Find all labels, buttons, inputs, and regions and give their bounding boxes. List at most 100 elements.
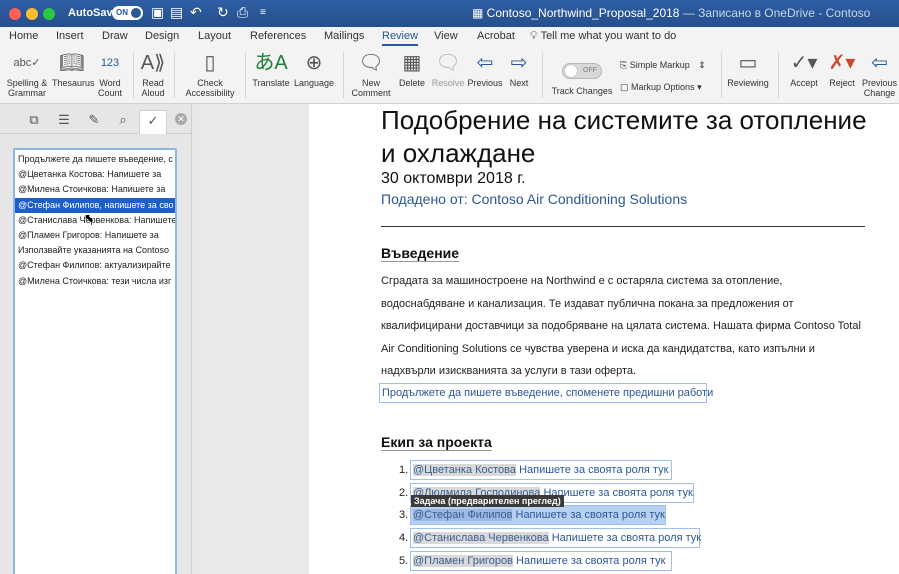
- ribbon: abc✓ Spelling & Grammar 📖︎ Thesaurus 123…: [0, 46, 899, 104]
- checkmark-icon[interactable]: ✓: [139, 110, 167, 134]
- word-count-button[interactable]: 123 Word Count: [95, 50, 125, 98]
- list-item[interactable]: Продължете да пишете въведение, с: [15, 152, 175, 167]
- reviewing-pane-button[interactable]: ▭ Reviewing: [727, 50, 769, 88]
- document-canvas: Подобрение на системите за отопление и о…: [193, 104, 899, 574]
- tab-view[interactable]: View: [434, 30, 458, 42]
- mention[interactable]: @Пламен Григоров: [413, 555, 513, 567]
- simple-markup-label: Simple Markup: [629, 60, 690, 70]
- layout-icon[interactable]: ▣: [151, 4, 164, 21]
- mention[interactable]: @Цветанка Костова: [413, 464, 517, 476]
- track-changes-toggle[interactable]: OFF: [562, 63, 602, 79]
- team-item-content-control[interactable]: @Станислава Червенкова Напишете за своят…: [410, 528, 702, 548]
- ribbon-separator: [343, 52, 344, 98]
- customize-toolbar-icon[interactable]: ≡: [260, 7, 266, 18]
- reject-button[interactable]: ✗▾ Reject: [826, 50, 858, 88]
- resolve-button[interactable]: 🗨︎ Resolve: [431, 50, 465, 88]
- word-count-label: Word Count: [97, 78, 123, 98]
- accept-button[interactable]: ✓▾ Accept: [786, 50, 822, 88]
- close-window-button[interactable]: [9, 8, 21, 20]
- list-item[interactable]: Използвайте указанията на Contoso: [15, 243, 175, 258]
- search-icon[interactable]: ⌕: [113, 110, 133, 130]
- list-item[interactable]: @Пламен Григоров: Напишете за: [15, 228, 175, 243]
- lightbulb-icon: 💡︎: [530, 30, 541, 42]
- tell-me-label: Tell me what you want to do: [540, 30, 677, 42]
- delete-comment-button[interactable]: ▦ Delete: [396, 50, 428, 88]
- tab-acrobat[interactable]: Acrobat: [477, 30, 515, 42]
- divider: [381, 226, 865, 227]
- previous-comment-icon: ⇦: [476, 52, 494, 74]
- tab-draw[interactable]: Draw: [102, 30, 128, 42]
- next-comment-icon: ⇨: [510, 52, 528, 74]
- team-item-content-control[interactable]: @Цветанка Костова Напишете за своята рол…: [410, 460, 672, 480]
- list-item-selected[interactable]: @Стефан Филипов, напишете за сво: [15, 197, 175, 213]
- team-heading: Екип за проекта: [381, 434, 492, 451]
- tab-layout[interactable]: Layout: [198, 30, 231, 42]
- tab-home[interactable]: Home: [9, 30, 38, 42]
- list-item[interactable]: @Милена Стоичкова: тези числа изг: [15, 274, 175, 289]
- close-icon[interactable]: ✕: [175, 113, 187, 125]
- minimize-window-button[interactable]: [26, 8, 38, 20]
- new-comment-button[interactable]: 🗨︎ New Comment: [350, 50, 392, 98]
- role-placeholder: Напишете за своята роля тук: [512, 509, 665, 521]
- previous-change-button[interactable]: ⇦ Previous Change: [860, 50, 899, 98]
- mouse-pointer-icon: ⬉: [84, 211, 95, 225]
- headings-icon[interactable]: ☰: [54, 110, 74, 130]
- document-title: ▦ Contoso_Northwind_Proposal_2018 — Запи…: [472, 6, 870, 20]
- edit-icon[interactable]: ✎: [84, 110, 104, 130]
- mention[interactable]: @Станислава Червенкова: [413, 532, 549, 544]
- list-item[interactable]: @Цветанка Костова: Напишете за: [15, 167, 175, 182]
- tab-references[interactable]: References: [250, 30, 306, 42]
- document-page[interactable]: Подобрение на системите за отопление и о…: [309, 104, 899, 574]
- track-changes-label: Track Changes: [551, 86, 613, 96]
- check-accessibility-button[interactable]: ▯ Check Accessibility: [182, 50, 238, 98]
- delete-label: Delete: [398, 78, 425, 88]
- save-icon[interactable]: ▤: [170, 4, 183, 21]
- team-item-content-control-selected[interactable]: @Стефан Филипов Напишете за своята роля …: [410, 505, 666, 525]
- tab-insert[interactable]: Insert: [56, 30, 84, 42]
- tab-review[interactable]: Review: [382, 30, 419, 46]
- undo-icon[interactable]: ↶: [190, 4, 202, 21]
- tab-mailings[interactable]: Mailings: [324, 30, 364, 42]
- redo-icon[interactable]: ↻: [217, 4, 229, 21]
- role-placeholder: Напишете за своята роля тук: [548, 532, 702, 544]
- new-comment-icon: 🗨︎: [358, 52, 384, 74]
- tab-design[interactable]: Design: [145, 30, 179, 42]
- list-item[interactable]: @Стефан Филипов: актуализирайте: [15, 258, 175, 273]
- language-button[interactable]: ⊕ Language: [293, 50, 335, 88]
- page-title: Подобрение на системите за отопление и о…: [381, 105, 867, 168]
- thesaurus-button[interactable]: 📖︎ Thesaurus: [52, 50, 95, 88]
- reject-label: Reject: [829, 78, 855, 88]
- next-comment-button[interactable]: ⇨ Next: [505, 50, 533, 88]
- translate-button[interactable]: あA Translate: [251, 50, 291, 88]
- list-item[interactable]: @Милена Стоичкова: Напишете за: [15, 182, 175, 197]
- ribbon-separator: [245, 52, 246, 98]
- intro-heading: Въведение: [381, 245, 460, 262]
- tell-me-search[interactable]: 💡︎ Tell me what you want to do: [530, 30, 676, 43]
- read-aloud-button[interactable]: A⟫ Read Aloud: [138, 50, 168, 98]
- ribbon-separator: [721, 52, 722, 98]
- updown-icon: ⇕: [698, 60, 706, 70]
- mention[interactable]: @Стефан Филипов: [413, 509, 513, 521]
- spelling-grammar-button[interactable]: abc✓ Spelling & Grammar: [6, 50, 48, 98]
- zoom-window-button[interactable]: [43, 8, 55, 20]
- navigation-pane-tabs: ⧉ ☰ ✎ ⌕ ✓ ✕: [0, 104, 192, 134]
- reviewing-pane-icon: ▭: [738, 52, 758, 74]
- navigation-list: Продължете да пишете въведение, с @Цвета…: [13, 148, 177, 574]
- print-icon[interactable]: ⎙: [237, 4, 248, 21]
- markup-options-button[interactable]: ▢ Markup Options ▾: [620, 82, 702, 93]
- previous-comment-button[interactable]: ⇦ Previous: [467, 50, 503, 88]
- book-icon: 📖︎: [59, 52, 85, 74]
- ribbon-separator: [778, 52, 779, 98]
- list-number: 5.: [399, 555, 409, 567]
- intro-content-control[interactable]: Продължете да пишете въведение, споменет…: [379, 383, 713, 403]
- autosave-toggle[interactable]: ON: [112, 6, 143, 20]
- display-markup-select[interactable]: ⎘ Simple Markup ⇕: [620, 60, 706, 71]
- list-number: 4.: [399, 532, 409, 544]
- accessibility-icon: ▯: [204, 52, 216, 74]
- previous-change-icon: ⇦: [871, 52, 888, 74]
- translate-icon: あA: [254, 52, 288, 74]
- list-item[interactable]: @Станислава Червенкова: Напишете: [15, 213, 175, 228]
- pages-icon[interactable]: ⧉: [24, 110, 44, 130]
- markup-icon: ⎘: [620, 60, 630, 70]
- team-item-content-control[interactable]: @Пламен Григоров Напишете за своята роля…: [410, 551, 672, 571]
